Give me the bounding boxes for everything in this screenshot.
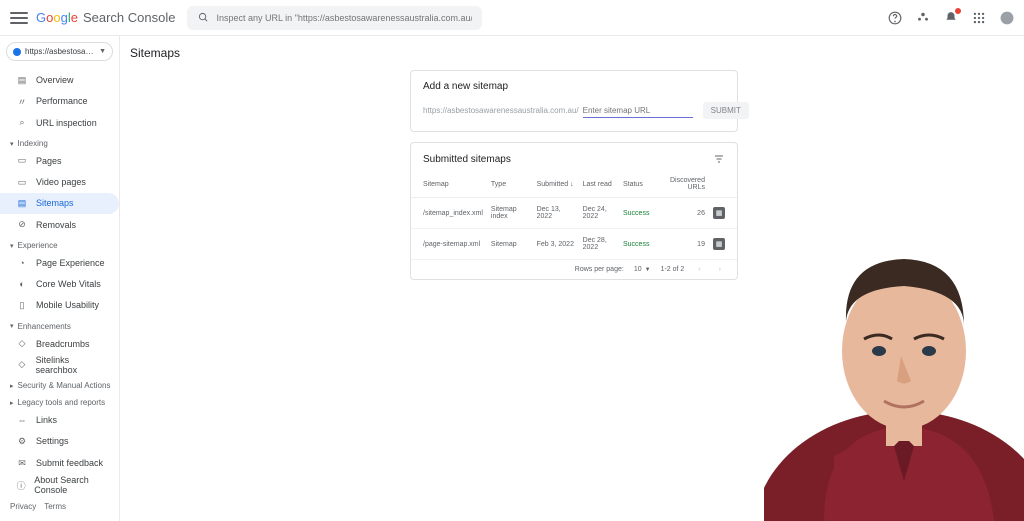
nav-overview[interactable]: ▤Overview	[0, 69, 119, 90]
searchbox-icon: ◇	[16, 359, 28, 371]
table-row[interactable]: /sitemap_index.xml Sitemap index Dec 13,…	[411, 198, 737, 229]
chart-icon: ▤	[16, 74, 28, 86]
prev-page-button[interactable]: ‹	[694, 266, 704, 273]
mobile-icon: ▯	[16, 299, 28, 311]
experience-icon: ◔	[16, 257, 28, 269]
chevron-down-icon: ▼	[99, 48, 106, 55]
section-enhancements[interactable]: ▾Enhancements	[0, 316, 119, 333]
notifications-icon[interactable]	[944, 11, 958, 25]
chevron-down-icon: ▼	[645, 267, 651, 273]
col-sitemap[interactable]: Sitemap	[411, 171, 487, 198]
col-last-read[interactable]: Last read	[579, 171, 619, 198]
info-icon: ⓘ	[16, 479, 26, 491]
gear-icon: ⚙	[16, 435, 28, 447]
sitemap-url-input[interactable]	[583, 104, 693, 118]
nav-core-web-vitals[interactable]: ◐Core Web Vitals	[0, 273, 119, 294]
rows-per-page-select[interactable]: 10▼	[634, 266, 651, 273]
search-icon	[197, 11, 210, 25]
people-icon[interactable]	[916, 11, 930, 25]
next-page-button[interactable]: ›	[715, 266, 725, 273]
nav-sitemaps[interactable]: ▤Sitemaps	[0, 193, 119, 214]
col-submitted[interactable]: Submitted ↓	[533, 171, 579, 198]
rows-per-page-label: Rows per page:	[575, 266, 624, 273]
sitemap-url-prefix: https://asbestosawarenessaustralia.com.a…	[423, 106, 579, 115]
trend-icon: 〃	[16, 95, 28, 107]
link-icon: ⇔	[16, 414, 28, 426]
col-type[interactable]: Type	[487, 171, 533, 198]
table-row[interactable]: /page-sitemap.xml Sitemap Feb 3, 2022 De…	[411, 229, 737, 260]
vitals-icon: ◐	[16, 278, 28, 290]
terms-link[interactable]: Terms	[44, 502, 66, 511]
section-legacy[interactable]: ▸Legacy tools and reports	[0, 392, 119, 409]
nav-links[interactable]: ⇔Links	[0, 409, 119, 430]
nav-performance[interactable]: 〃Performance	[0, 91, 119, 112]
remove-icon: ⊘	[16, 219, 28, 231]
submitted-sitemaps-card: Submitted sitemaps Sitemap Type Submitte…	[410, 142, 738, 280]
sort-down-icon: ↓	[570, 181, 574, 188]
magnifier-icon: ⌕	[16, 117, 28, 129]
nav-removals[interactable]: ⊘Removals	[0, 214, 119, 235]
url-inspect-bar[interactable]	[187, 6, 482, 30]
url-inspect-input[interactable]	[216, 13, 472, 23]
add-sitemap-card: Add a new sitemap https://asbestosawaren…	[410, 70, 738, 132]
submit-sitemap-button[interactable]: SUBMIT	[703, 102, 749, 119]
submitted-title: Submitted sitemaps	[423, 154, 511, 165]
col-discovered[interactable]: Discovered URLs	[653, 171, 709, 198]
video-icon: ▭	[16, 176, 28, 188]
logo: Google Search Console	[36, 10, 175, 25]
apps-icon[interactable]	[972, 11, 986, 25]
nav-url-inspection[interactable]: ⌕URL inspection	[0, 112, 119, 133]
filter-icon[interactable]	[713, 153, 725, 165]
nav-sitelinks-searchbox[interactable]: ◇Sitelinks searchbox	[0, 354, 119, 375]
nav-mobile-usability[interactable]: ▯Mobile Usability	[0, 295, 119, 316]
help-icon[interactable]	[888, 11, 902, 25]
section-security[interactable]: ▸Security & Manual Actions	[0, 375, 119, 392]
property-dot-icon	[13, 48, 21, 56]
nav-settings[interactable]: ⚙Settings	[0, 431, 119, 452]
feedback-icon: ✉	[16, 457, 28, 469]
nav-video-pages[interactable]: ▭Video pages	[0, 171, 119, 192]
page-title: Sitemaps	[120, 36, 1024, 70]
nav-breadcrumbs[interactable]: ◇Breadcrumbs	[0, 333, 119, 354]
row-chart-icon[interactable]: ▦	[713, 238, 725, 250]
breadcrumb-icon: ◇	[16, 338, 28, 350]
nav-page-experience[interactable]: ◔Page Experience	[0, 252, 119, 273]
section-indexing[interactable]: ▾Indexing	[0, 133, 119, 150]
sitemap-icon: ▤	[16, 197, 28, 209]
section-experience[interactable]: ▾Experience	[0, 235, 119, 252]
nav-about[interactable]: ⓘAbout Search Console	[0, 474, 119, 496]
nav-pages[interactable]: ▭Pages	[0, 150, 119, 171]
privacy-link[interactable]: Privacy	[10, 502, 36, 511]
hamburger-icon[interactable]	[10, 9, 28, 27]
pages-icon: ▭	[16, 155, 28, 167]
row-chart-icon[interactable]: ▦	[713, 207, 725, 219]
col-status[interactable]: Status	[619, 171, 653, 198]
add-sitemap-title: Add a new sitemap	[411, 71, 737, 98]
property-label: https://asbestosawa...	[25, 47, 95, 56]
account-avatar[interactable]	[1000, 11, 1014, 25]
range-label: 1-2 of 2	[661, 266, 685, 273]
nav-submit-feedback[interactable]: ✉Submit feedback	[0, 452, 119, 474]
property-selector[interactable]: https://asbestosawa... ▼	[6, 42, 113, 61]
